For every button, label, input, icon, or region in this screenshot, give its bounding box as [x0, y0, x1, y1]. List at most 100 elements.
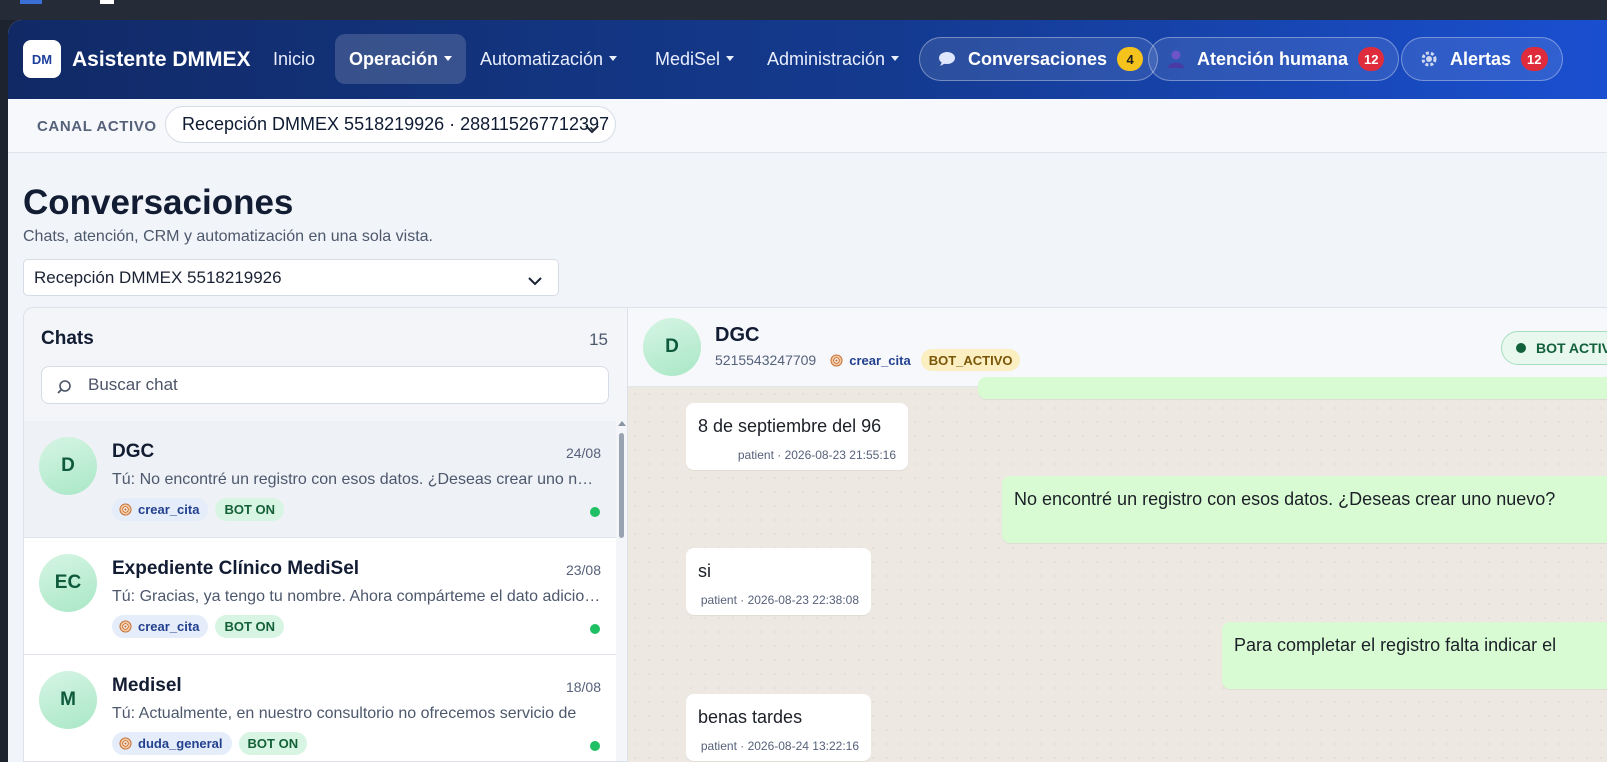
intent-tag: crear_cita — [112, 615, 209, 638]
alertas-label: Alertas — [1450, 48, 1512, 69]
chat-date: 18/08 — [565, 679, 601, 695]
alertas-badge: 12 — [1521, 47, 1548, 71]
outgoing-message-fragment — [978, 377, 1607, 399]
intent-tag: crear_cita — [112, 498, 209, 521]
chat-tags: crear_cita BOT ON — [112, 615, 285, 638]
avatar: D — [643, 318, 701, 376]
chat-name: Expediente Clínico MediSel — [112, 558, 360, 579]
atencion-humana-button[interactable]: Atención humana 12 — [1148, 37, 1400, 81]
brand-logo[interactable]: DM — [23, 40, 61, 78]
chevron-down-icon — [444, 55, 453, 61]
outgoing-message: No encontré un registro con esos datos. … — [1002, 476, 1607, 543]
contact-phone: 5215543247709 — [715, 352, 817, 368]
message-meta: patient · 2026-08-23 21:55:16 — [737, 448, 896, 462]
nav-administracion[interactable]: Administración — [753, 34, 913, 84]
intent-label: crear_cita — [138, 502, 200, 517]
chat-name: Medisel — [112, 675, 182, 696]
search-icon — [56, 379, 72, 400]
message-text: si — [698, 561, 711, 581]
online-status-dot — [590, 741, 600, 751]
outgoing-message: Para completar el registro falta indicar… — [1222, 622, 1607, 689]
incoming-message: si patient · 2026-08-23 22:38:08 — [686, 548, 871, 615]
chat-row[interactable]: EC Expediente Clínico MediSel 23/08 Tú: … — [24, 538, 616, 655]
message-thread: 8 de septiembre del 96 patient · 2026-08… — [628, 377, 1607, 762]
nav-inicio-label: Inicio — [273, 49, 316, 69]
bot-status-badge: BOT ON — [238, 732, 308, 755]
chat-list-scrollbar[interactable] — [618, 421, 626, 761]
chevron-down-icon — [528, 271, 542, 291]
bot-status-badge: BOT ON — [215, 615, 285, 638]
contact-name: DGC — [715, 324, 760, 346]
nav-automatizacion[interactable]: Automatización — [466, 34, 631, 84]
avatar: EC — [39, 554, 97, 612]
conversaciones-badge: 4 — [1117, 47, 1144, 71]
contact-meta: 5215543247709 crear_cita BOT_ACTIVO — [715, 349, 1021, 371]
chat-preview: Tú: Gracias, ya tengo tu nombre. Ahora c… — [112, 588, 602, 605]
person-icon — [1165, 48, 1187, 70]
alertas-button[interactable]: Alertas 12 — [1401, 37, 1563, 81]
chat-tags: duda_general BOT ON — [112, 732, 308, 755]
target-icon — [830, 353, 843, 367]
nav-operacion[interactable]: Operación — [335, 34, 467, 84]
message-text: 8 de septiembre del 96 — [698, 416, 882, 436]
chat-tags: crear_cita BOT ON — [112, 498, 285, 521]
status-badge: BOT_ACTIVO — [920, 349, 1021, 371]
conversaciones-button[interactable]: Conversaciones 4 — [919, 37, 1159, 81]
target-icon — [119, 503, 132, 516]
intent-label: crear_cita — [849, 352, 911, 368]
message-meta: patient · 2026-08-23 22:38:08 — [700, 593, 859, 607]
nav-inicio[interactable]: Inicio — [259, 34, 329, 84]
chat-search-input[interactable] — [88, 367, 588, 403]
conversation-panel: D DGC 5215543247709 crear_cita BOT_ACTIV… — [628, 307, 1607, 762]
top-navbar: DM Asistente DMMEX Inicio Operación Auto… — [8, 20, 1607, 99]
scrollbar-thumb[interactable] — [619, 433, 624, 538]
avatar: D — [39, 437, 97, 495]
chats-count: 15 — [589, 330, 608, 349]
intent-label: crear_cita — [138, 619, 200, 634]
chat-date: 24/08 — [565, 445, 601, 461]
avatar: M — [39, 671, 97, 729]
canal-bar: CANAL ACTIVO Recepción DMMEX 5518219926 … — [8, 99, 1607, 153]
bot-toggle-label: BOT ACTIVO — [1536, 340, 1607, 356]
chat-date: 23/08 — [565, 562, 601, 578]
inbox-select[interactable]: Recepción DMMEX 5518219926 — [23, 259, 559, 296]
message-text: benas tardes — [698, 707, 803, 727]
chat-rows: D DGC 24/08 Tú: No encontré un registro … — [24, 421, 616, 761]
nav-operacion-label: Operación — [349, 49, 439, 69]
bot-toggle-button[interactable]: BOT ACTIVO — [1501, 331, 1607, 365]
nav-medisel[interactable]: MediSel — [641, 34, 748, 84]
canal-activo-label: CANAL ACTIVO — [37, 118, 157, 135]
incoming-message: benas tardes patient · 2026-08-24 13:22:… — [686, 694, 871, 761]
chat-bubble-icon — [936, 48, 958, 70]
chat-row[interactable]: M Medisel 18/08 Tú: Actualmente, en nues… — [24, 655, 616, 761]
brand-name[interactable]: Asistente DMMEX — [72, 48, 251, 72]
scroll-up-arrow-icon[interactable] — [618, 421, 626, 426]
chat-row[interactable]: D DGC 24/08 Tú: No encontré un registro … — [24, 421, 616, 538]
chat-preview: Tú: Actualmente, en nuestro consultorio … — [112, 705, 577, 722]
message-text: Para completar el registro falta indicar… — [1234, 635, 1557, 655]
chevron-down-icon — [726, 55, 735, 61]
incoming-message: 8 de septiembre del 96 patient · 2026-08… — [686, 403, 908, 470]
intent-tag: crear_cita — [830, 352, 911, 368]
browser-top-strip — [0, 0, 1607, 20]
chevron-down-icon — [891, 55, 900, 61]
browser-tab-fragment — [20, 0, 42, 4]
chat-list-panel: Chats 15 D DGC 24/08 Tú: No encontré un … — [23, 307, 628, 762]
app-window: DM Asistente DMMEX Inicio Operación Auto… — [8, 20, 1607, 762]
canal-select-value: Recepción DMMEX 5518219926 · 28811526771… — [182, 114, 609, 134]
nav-administracion-label: Administración — [767, 49, 886, 69]
bot-status-badge: BOT ON — [215, 498, 285, 521]
nav-medisel-label: MediSel — [655, 49, 721, 69]
chat-preview: Tú: No encontré un registro con esos dat… — [112, 471, 602, 488]
page-title: Conversaciones — [23, 183, 294, 222]
message-text: No encontré un registro con esos datos. … — [1014, 489, 1556, 509]
gear-icon — [1418, 48, 1440, 70]
intent-label: duda_general — [138, 736, 223, 751]
inbox-select-value: Recepción DMMEX 5518219926 — [34, 267, 282, 287]
chats-title: Chats — [41, 328, 94, 349]
canal-select[interactable]: Recepción DMMEX 5518219926 · 28811526771… — [165, 106, 616, 143]
message-meta: patient · 2026-08-24 13:22:16 — [700, 739, 859, 753]
online-status-dot — [590, 624, 600, 634]
page-subtitle: Chats, atención, CRM y automatización en… — [23, 228, 433, 245]
atencion-humana-badge: 12 — [1358, 47, 1385, 71]
